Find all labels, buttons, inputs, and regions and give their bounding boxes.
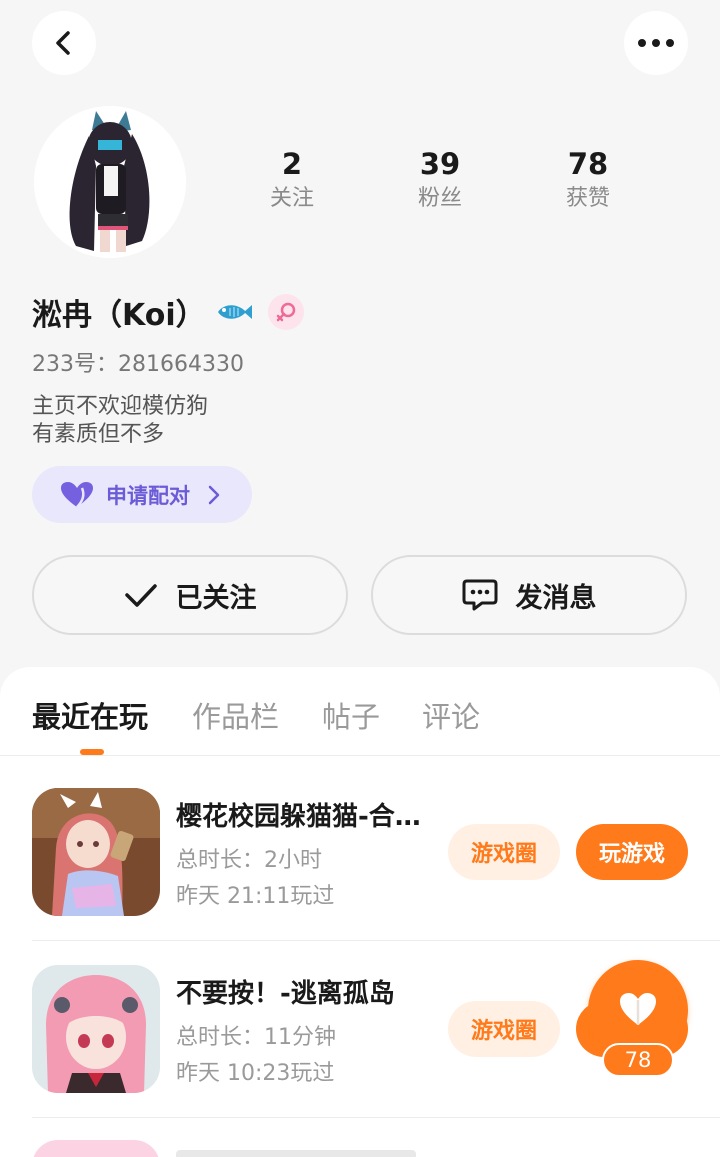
game-title: 樱花校园躲猫猫-合… [176, 802, 421, 832]
row-divider [32, 1117, 720, 1118]
game-row[interactable]: 樱花校园躲猫猫-合… 总时长：2小时 昨天 21:11玩过 游戏圈 玩游戏 [0, 768, 720, 945]
match-label: 申请配对 [106, 483, 190, 508]
following-count: 2 [281, 147, 303, 181]
game-title: 不要按！-逃离孤岛 [176, 979, 395, 1009]
nickname: 淞冉（Koi） [32, 298, 206, 333]
followers-count: 39 [419, 147, 461, 181]
back-button[interactable] [32, 11, 96, 75]
game-icon [32, 965, 160, 1093]
chat-bubble-icon [462, 579, 497, 611]
tab-posts[interactable]: 帖子 [322, 694, 380, 736]
game-icon-partial [32, 1140, 160, 1157]
message-button[interactable]: 发消息 [371, 555, 687, 635]
game-icon [32, 788, 160, 916]
check-icon [124, 584, 157, 607]
play-game-button[interactable]: 玩游戏 [576, 824, 688, 880]
game-circle-button[interactable]: 游戏圈 [448, 824, 560, 880]
tab-recent[interactable]: 最近在玩 [32, 694, 148, 736]
game-duration: 总时长：11分钟 [176, 1025, 336, 1050]
message-label: 发消息 [515, 582, 597, 614]
game-duration: 总时长：2小时 [176, 848, 322, 873]
fish-icon [217, 305, 252, 319]
avatar[interactable] [34, 106, 186, 258]
female-icon [276, 302, 295, 322]
likes-stat[interactable]: 78 获赞 [533, 146, 643, 216]
heart-icon [61, 481, 93, 508]
likes-label: 获赞 [565, 186, 610, 211]
following-label: 关注 [269, 186, 314, 211]
tab-divider [0, 755, 720, 756]
chevron-right-icon [208, 485, 220, 504]
follow-button[interactable]: 已关注 [32, 555, 348, 635]
bio: 主页不欢迎模仿狗 有素质但不多 [32, 394, 209, 447]
heart-icon [620, 993, 656, 1025]
ellipsis-icon [638, 39, 674, 47]
like-count: 78 [602, 1043, 674, 1077]
user-id: 233号：281664330 [32, 352, 244, 377]
tab-works[interactable]: 作品栏 [192, 694, 279, 736]
nickname-row: 淞冉（Koi） [32, 290, 304, 334]
follow-label: 已关注 [175, 582, 257, 614]
game-title-partial [176, 1150, 416, 1157]
more-button[interactable] [624, 11, 688, 75]
row-divider [32, 940, 720, 941]
game-last-played: 昨天 21:11玩过 [176, 884, 335, 909]
following-stat[interactable]: 2 关注 [237, 146, 347, 216]
tab-comments[interactable]: 评论 [422, 694, 480, 736]
match-button[interactable]: 申请配对 [32, 466, 252, 523]
followers-label: 粉丝 [417, 186, 462, 211]
content-panel: 最近在玩 作品栏 帖子 评论 樱花校园躲猫猫-合… 总时长：2小时 昨天 21:… [0, 667, 720, 1157]
followers-stat[interactable]: 39 粉丝 [385, 146, 495, 216]
game-circle-button[interactable]: 游戏圈 [448, 1001, 560, 1057]
likes-count: 78 [567, 147, 609, 181]
chevron-left-icon [56, 31, 70, 55]
game-last-played: 昨天 10:23玩过 [176, 1061, 335, 1086]
gender-badge [267, 294, 304, 330]
